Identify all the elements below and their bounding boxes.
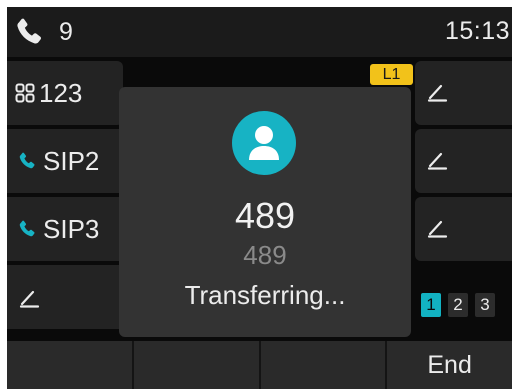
softkey-2[interactable]	[134, 341, 261, 389]
phone-icon	[17, 151, 37, 171]
line-key-123[interactable]: 123	[7, 61, 123, 125]
line-key-right-3[interactable]	[415, 197, 512, 261]
call-status: Transferring...	[184, 280, 346, 310]
edit-icon	[427, 148, 449, 175]
line-badge: L1	[370, 64, 413, 85]
phone-icon	[13, 16, 45, 48]
grid-icon	[15, 83, 35, 103]
status-bar: 9 15:13	[7, 7, 512, 57]
softkey-3[interactable]	[261, 341, 388, 389]
avatar	[232, 111, 296, 175]
line-key-right-2[interactable]	[415, 129, 512, 193]
line-count: 9	[59, 17, 73, 46]
line-key-sip3[interactable]: SIP3	[7, 197, 125, 261]
softkey-bar: End	[7, 341, 512, 389]
line-key-label: SIP2	[43, 145, 100, 176]
edit-icon	[19, 286, 41, 308]
page-2[interactable]: 2	[448, 293, 468, 317]
caller-number: 489	[234, 195, 296, 236]
line-key-label: 123	[39, 77, 83, 108]
status-left: 9	[13, 13, 73, 51]
clock: 15:13	[444, 17, 510, 45]
end-button[interactable]: End	[387, 341, 512, 389]
line-key-sip2[interactable]: SIP2	[7, 129, 125, 193]
edit-icon	[427, 80, 449, 107]
caller-subnumber: 489	[243, 240, 287, 270]
line-key-right-1[interactable]	[415, 61, 512, 125]
line-key-label: SIP3	[43, 213, 100, 244]
edit-icon	[427, 216, 449, 243]
phone-icon	[17, 219, 37, 239]
phone-screen: 9 15:13 123 SIP2 SIP3 L1 489 489 Transfe…	[7, 7, 512, 389]
page-1[interactable]: 1	[421, 293, 441, 317]
page-indicator: 1 2 3	[421, 293, 495, 317]
call-card: 489 489 Transferring...	[119, 87, 411, 337]
line-key-empty[interactable]	[7, 265, 127, 329]
page-3[interactable]: 3	[475, 293, 495, 317]
softkey-1[interactable]	[7, 341, 134, 389]
